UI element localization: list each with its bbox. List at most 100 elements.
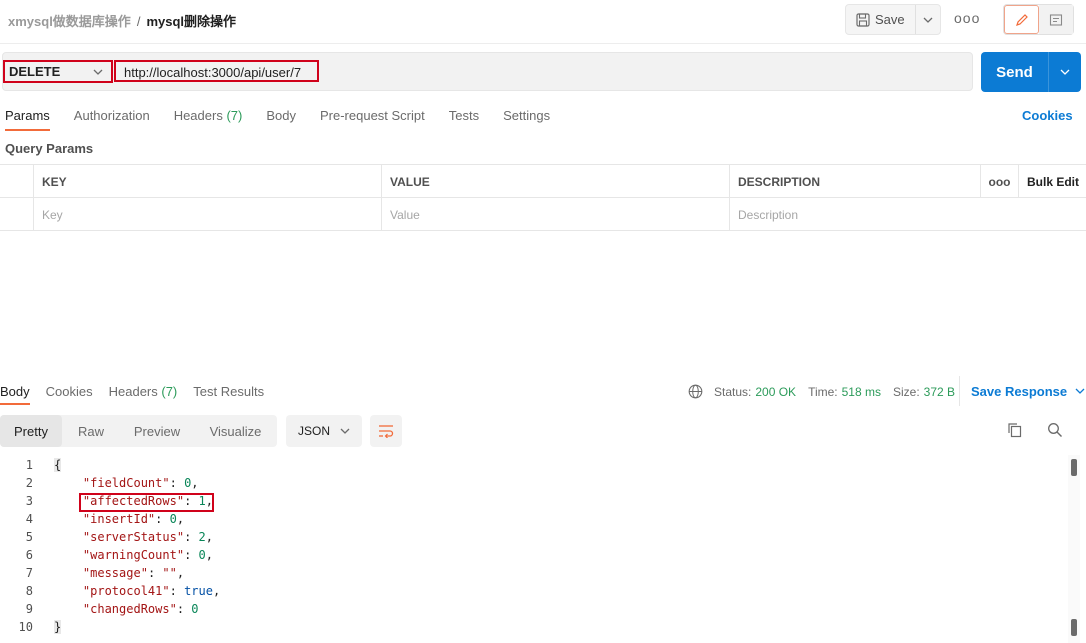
tab-authorization[interactable]: Authorization [74,108,150,131]
breadcrumb-collection[interactable]: xmysql做数据库操作 [8,14,131,29]
tab-settings[interactable]: Settings [503,108,550,131]
url-input[interactable]: http://localhost:3000/api/user/7 [114,60,319,82]
tab-headers-label: Headers [173,108,223,123]
globe-icon[interactable] [688,384,703,399]
close-brace: } [54,620,62,634]
chevron-down-icon [340,428,350,434]
row-checkbox-cell [0,198,34,231]
code-line: 1{ [0,458,1060,476]
send-button[interactable]: Send [981,52,1048,92]
view-visualize-button[interactable]: Visualize [194,415,277,447]
save-button[interactable]: Save [846,5,916,34]
affected-rows-highlight [79,493,214,512]
json-key: "message" [82,566,148,580]
wrap-lines-button[interactable] [370,415,402,447]
response-tab-headers[interactable]: Headers (7) [109,384,178,405]
breadcrumb-request-name[interactable]: mysql删除操作 [146,14,236,29]
line-number: 8 [25,584,33,598]
copy-button[interactable] [1007,422,1023,441]
tab-headers-count: (7) [226,108,243,123]
params-header-row: KEY VALUE DESCRIPTION ooo Bulk Edit [0,165,1086,198]
json-key: "serverStatus" [82,530,185,544]
code-text: } [54,620,62,634]
value-input[interactable]: Value [382,198,730,231]
method-select[interactable]: DELETE [3,60,113,83]
time-label: Time: [808,384,838,399]
chevron-down-icon [923,17,933,23]
response-tab-cookies[interactable]: Cookies [46,384,93,405]
edit-mode-button[interactable] [1004,5,1039,34]
tab-pre-request-script[interactable]: Pre-request Script [320,108,425,131]
json-comma: , [191,476,199,490]
view-toggle [1003,4,1074,35]
more-actions-button[interactable]: ooo [954,10,980,26]
send-options-button[interactable] [1048,52,1081,92]
json-key: "insertId" [82,512,156,526]
pencil-icon [1015,13,1028,26]
code-text: "message": "", [82,566,185,580]
method-label: DELETE [9,64,61,79]
save-button-group: Save [845,4,941,35]
line-number: 7 [25,566,33,580]
line-number: 4 [25,512,33,526]
open-brace: { [54,458,62,472]
json-value: true [184,584,213,598]
column-options-button[interactable]: ooo [981,165,1019,198]
code-text: "insertId": 0, [82,512,185,526]
query-params-title: Query Params [5,141,94,156]
tab-headers[interactable]: Headers (7) [174,108,243,131]
code-line: 8 "protocol41": true, [0,584,1060,602]
tab-params[interactable]: Params [5,108,50,131]
save-icon [856,12,870,27]
line-number: 1 [25,458,33,472]
description-input[interactable]: Description [730,198,1086,231]
code-text: "changedRows": 0 [82,602,199,616]
time-value: 518 ms [841,384,881,399]
save-options-button[interactable] [916,5,940,34]
save-response-button[interactable]: Save Response [959,376,1085,406]
response-tab-headers-label: Headers [108,384,158,399]
response-tab-body[interactable]: Body [0,384,30,405]
code-line: 10} [0,620,1060,638]
view-preview-button[interactable]: Preview [120,415,194,447]
json-key: "protocol41" [82,584,170,598]
line-number: 3 [25,494,33,508]
cookies-link[interactable]: Cookies [1022,108,1073,123]
save-label: Save [875,12,905,27]
copy-icon [1008,423,1022,438]
tab-tests[interactable]: Tests [449,108,479,131]
request-tabs: Params Authorization Headers (7) Body Pr… [5,108,574,131]
response-body-editor[interactable]: 1{2 "fieldCount": 0, 3 "affectedRows": 1,… [0,458,1076,643]
key-input[interactable]: Key [34,198,382,231]
view-pretty-button[interactable]: Pretty [0,415,62,447]
code-text: "serverStatus": 2, [82,530,213,544]
chevron-down-icon [93,69,103,75]
code-text: "protocol41": true, [82,584,221,598]
code-line: 5 "serverStatus": 2, [0,530,1060,548]
json-comma: , [205,548,213,562]
params-table: KEY VALUE DESCRIPTION ooo Bulk Edit Key … [0,164,1086,231]
tab-body[interactable]: Body [266,108,296,131]
status-value: 200 OK [755,384,797,399]
line-number: 5 [25,530,33,544]
code-text: "fieldCount": 0, [82,476,199,490]
code-line: 9 "changedRows": 0 [0,602,1060,620]
save-response-label: Save Response [971,383,1068,399]
column-header-key: KEY [34,165,382,198]
table-row: Key Value Description [0,198,1086,231]
size-label: Size: [892,384,920,399]
response-tabs: Body Cookies Headers (7) Test Results [0,384,280,405]
response-tab-test-results[interactable]: Test Results [193,384,264,405]
format-select[interactable]: JSON [286,415,362,447]
search-button[interactable] [1047,422,1063,441]
json-key: "fieldCount" [82,476,170,490]
chevron-down-icon [1075,388,1085,394]
documentation-button[interactable] [1039,5,1073,34]
bulk-edit-button[interactable]: Bulk Edit [1019,165,1086,198]
size-value: 372 B [923,384,956,399]
code-line: 4 "insertId": 0, [0,512,1060,530]
line-number: 6 [25,548,33,562]
breadcrumb: xmysql做数据库操作 / mysql删除操作 [8,11,236,30]
line-number: 10 [18,620,33,634]
view-raw-button[interactable]: Raw [62,415,120,447]
